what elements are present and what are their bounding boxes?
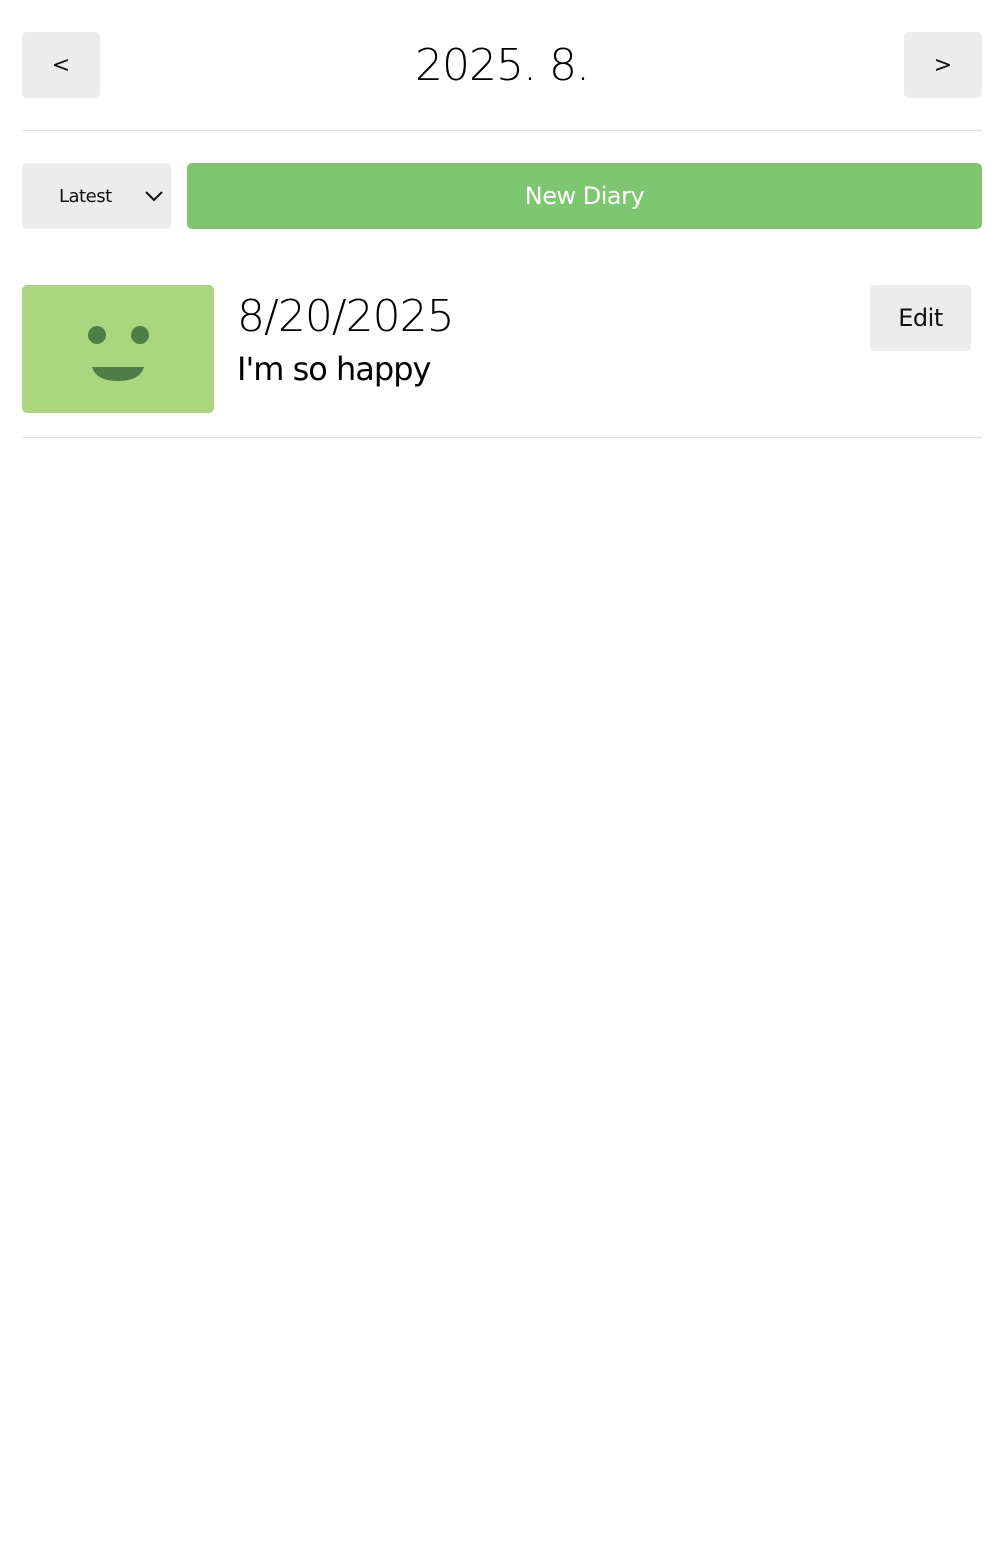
header-divider	[22, 130, 982, 131]
list-item: 8/20/2025 I'm so happy Edit	[22, 285, 982, 413]
toolbar: Latest New Diary	[22, 163, 982, 229]
diary-date: 8/20/2025	[237, 291, 455, 342]
smile-face-icon	[88, 326, 149, 381]
diary-content: I'm so happy	[237, 350, 431, 388]
sort-select[interactable]: Latest	[22, 163, 171, 229]
edit-button[interactable]: Edit	[870, 285, 971, 351]
emotion-image[interactable]	[22, 285, 214, 413]
chevron-down-icon	[145, 191, 163, 202]
page-title: 2025. 8.	[415, 39, 590, 91]
sort-select-value: Latest	[59, 185, 112, 207]
diary-info[interactable]: 8/20/2025 I'm so happy	[237, 285, 837, 413]
new-diary-button[interactable]: New Diary	[187, 163, 982, 229]
list-item-divider	[22, 437, 982, 438]
next-month-button[interactable]: >	[904, 32, 982, 98]
header-bar: < 2025. 8. >	[22, 32, 982, 98]
